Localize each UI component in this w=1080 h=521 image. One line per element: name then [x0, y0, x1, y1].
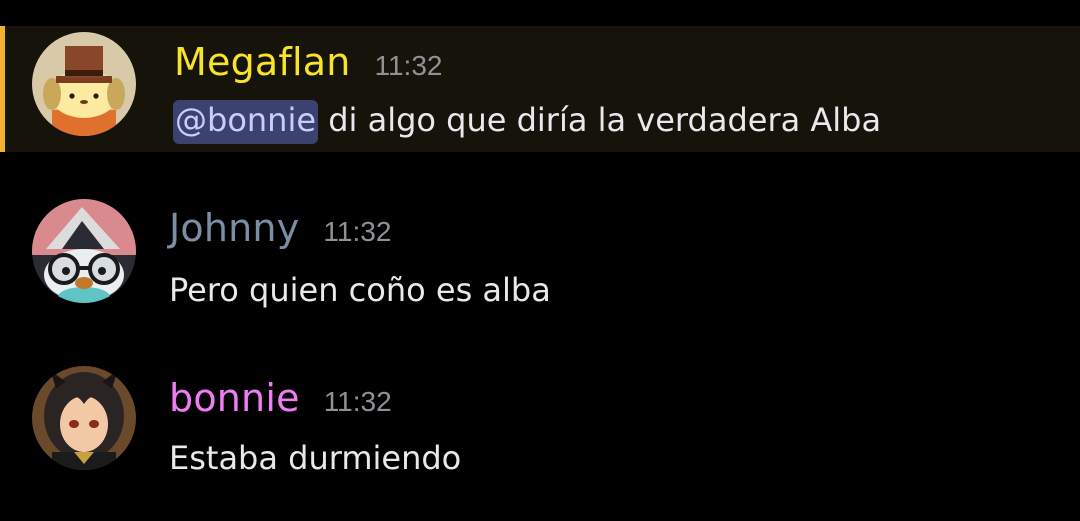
message-megaflan[interactable]: Megaflan 11:32 @bonnie di algo que diría…	[0, 26, 1080, 152]
timestamp: 11:32	[323, 216, 392, 247]
top-spacer	[0, 0, 1080, 26]
message-text: Estaba durmiendo	[169, 439, 462, 477]
user-mention[interactable]: @bonnie	[173, 100, 319, 144]
message-content: Pero quien coño es alba	[169, 264, 551, 316]
username[interactable]: Megaflan	[174, 40, 350, 84]
message-johnny[interactable]: Johnny 11:32 Pero quien coño es alba	[0, 190, 1080, 315]
penguin-glasses-avatar-icon[interactable]	[32, 199, 136, 303]
message-header: Johnny 11:32	[169, 206, 391, 250]
message-header: Megaflan 11:32	[174, 40, 442, 84]
anime-girl-avatar-icon[interactable]	[32, 366, 136, 470]
message-content: Estaba durmiendo	[169, 432, 461, 484]
message-content: @bonnie di algo que diría la verdadera A…	[173, 94, 881, 146]
username[interactable]: Johnny	[169, 206, 299, 250]
username[interactable]: bonnie	[169, 376, 300, 420]
message-text: Pero quien coño es alba	[169, 271, 551, 309]
message-header: bonnie 11:32	[169, 376, 392, 420]
message-text: di algo que diría la verdadera Alba	[328, 101, 882, 139]
message-bonnie[interactable]: bonnie 11:32 Estaba durmiendo	[0, 360, 1080, 485]
timestamp: 11:32	[323, 386, 392, 417]
pompompurin-avatar-icon[interactable]	[32, 32, 136, 136]
timestamp: 11:32	[374, 50, 443, 81]
